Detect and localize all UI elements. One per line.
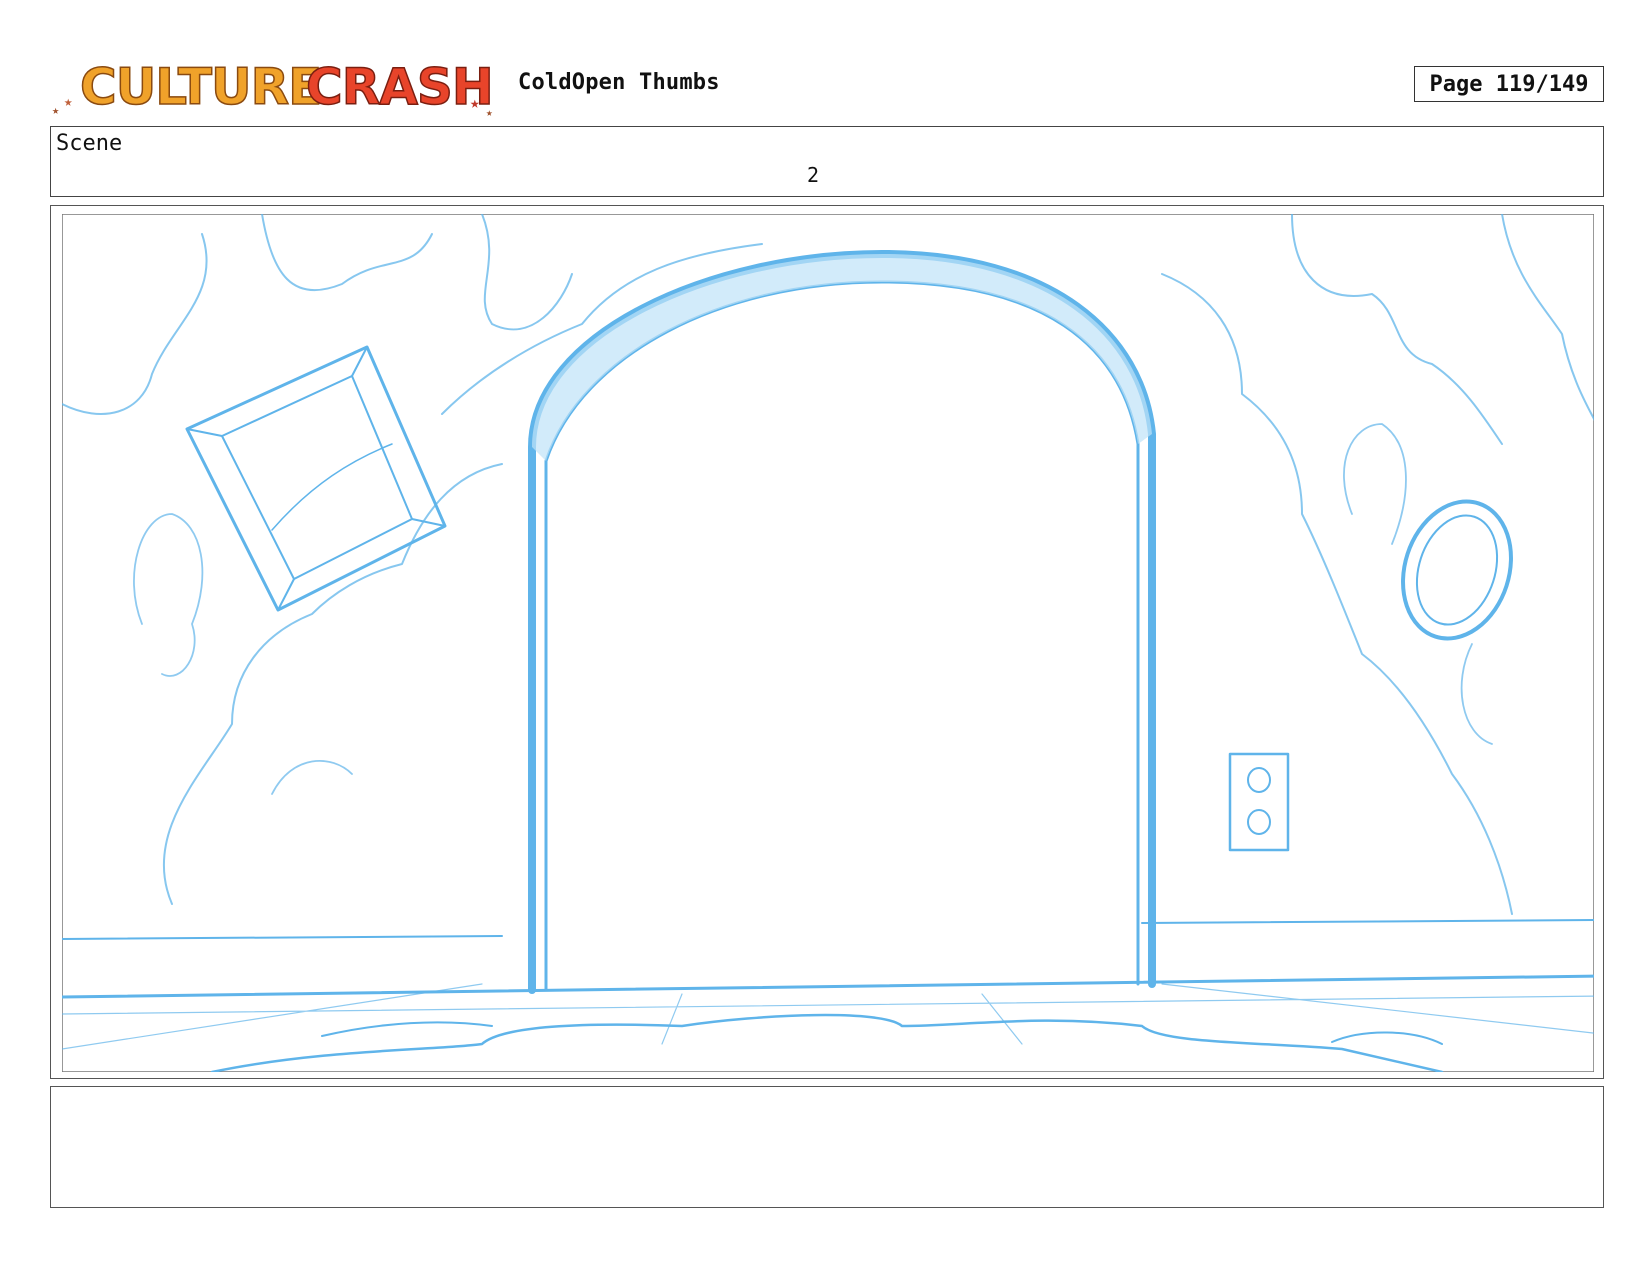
page-indicator: Page 119/149	[1414, 66, 1604, 102]
document-title: ColdOpen Thumbs	[518, 70, 720, 95]
svg-text:★: ★	[52, 103, 59, 117]
culture-crash-logo: CULTURE CRASH ★ ★ ★ ★	[52, 57, 495, 119]
scene-box: Scene 2	[50, 126, 1604, 197]
notes-box	[50, 1086, 1604, 1208]
storyboard-panel	[50, 205, 1604, 1079]
svg-text:★: ★	[64, 94, 73, 110]
svg-text:★: ★	[486, 106, 493, 119]
svg-text:CULTURE: CULTURE	[80, 58, 321, 116]
svg-text:★: ★	[470, 93, 480, 112]
inner-frame	[62, 214, 1594, 1072]
svg-text:CRASH: CRASH	[306, 58, 493, 116]
scene-number: 2	[807, 163, 820, 187]
panel-sketch	[62, 214, 1594, 1072]
scene-label: Scene	[56, 131, 123, 156]
